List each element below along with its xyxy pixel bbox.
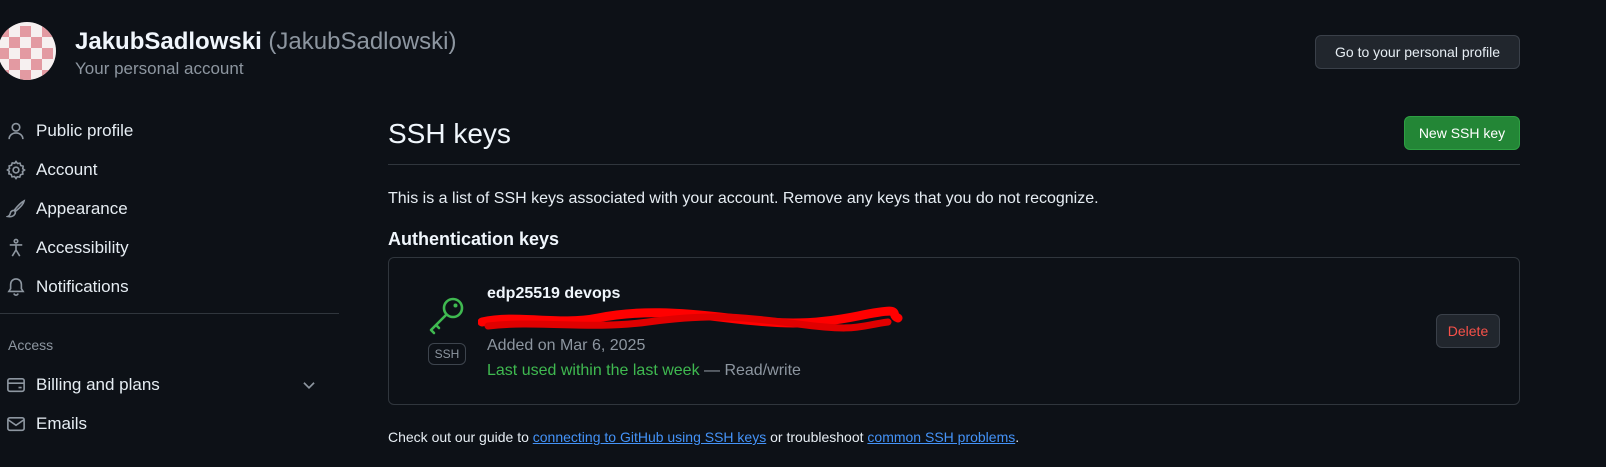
ssh-guide-note: Check out our guide to connecting to Git… xyxy=(388,429,1019,445)
bell-icon xyxy=(7,278,25,296)
ssh-key-usage: Last used within the last week — Read/wr… xyxy=(487,362,801,380)
sidebar-item-public-profile[interactable]: Public profile xyxy=(0,113,340,149)
sidebar-item-billing[interactable]: Billing and plans xyxy=(0,367,340,403)
new-ssh-key-button[interactable]: New SSH key xyxy=(1404,116,1520,150)
sidebar-item-label: Emails xyxy=(36,414,88,433)
ssh-key-access-level: — Read/write xyxy=(699,362,801,379)
ssh-keys-description: This is a list of SSH keys associated wi… xyxy=(388,190,1099,207)
ssh-type-badge: SSH xyxy=(428,343,466,365)
guide-note-prefix: Check out our guide to xyxy=(388,429,533,445)
redaction-scribble xyxy=(478,306,903,332)
paintbrush-icon xyxy=(6,199,26,218)
sidebar-item-label: Appearance xyxy=(36,199,128,218)
title-divider xyxy=(388,164,1520,165)
ssh-key-title: edp25519 devops xyxy=(487,285,621,302)
account-handle: (JakubSadlowski) xyxy=(268,28,457,55)
avatar[interactable] xyxy=(0,22,56,80)
gear-icon xyxy=(6,160,26,180)
sidebar-item-label: Notifications xyxy=(36,277,129,296)
settings-page: JakubSadlowski (JakubSadlowski) Your per… xyxy=(0,0,1606,467)
sidebar-item-notifications[interactable]: Notifications xyxy=(0,269,340,305)
sidebar-item-accessibility[interactable]: Accessibility xyxy=(0,230,340,266)
account-subtitle: Your personal account xyxy=(75,59,244,78)
ssh-key-added-date: Added on Mar 6, 2025 xyxy=(487,337,646,354)
common-ssh-problems-link[interactable]: common SSH problems xyxy=(867,429,1015,445)
sidebar-section-access: Access xyxy=(8,337,54,353)
go-to-profile-button[interactable]: Go to your personal profile xyxy=(1315,35,1520,69)
authentication-keys-heading: Authentication keys xyxy=(388,229,560,249)
chevron-down-icon[interactable] xyxy=(300,376,318,394)
account-name: JakubSadlowski (JakubSadlowski) xyxy=(75,28,457,56)
ssh-key-last-used: Last used within the last week xyxy=(487,362,700,379)
delete-ssh-key-button[interactable]: Delete xyxy=(1436,314,1500,348)
sidebar-divider xyxy=(0,313,339,314)
guide-note-middle: or troubleshoot xyxy=(766,429,868,445)
sidebar-item-appearance[interactable]: Appearance xyxy=(0,191,340,227)
sidebar-item-label: Accessibility xyxy=(36,238,129,257)
mail-icon xyxy=(7,416,25,432)
key-icon xyxy=(429,297,464,335)
sidebar-item-account[interactable]: Account xyxy=(0,152,340,188)
page-title: SSH keys xyxy=(388,118,511,149)
sidebar-item-label: Account xyxy=(36,160,98,179)
person-icon xyxy=(8,122,24,140)
connecting-ssh-guide-link[interactable]: connecting to GitHub using SSH keys xyxy=(533,429,766,445)
sidebar-item-emails[interactable]: Emails xyxy=(0,406,340,442)
sidebar-item-label: Billing and plans xyxy=(36,375,160,394)
credit-card-icon xyxy=(7,377,25,393)
guide-note-suffix: . xyxy=(1015,429,1020,445)
sidebar-item-label: Public profile xyxy=(36,121,134,140)
accessibility-icon xyxy=(9,238,23,257)
account-username: JakubSadlowski xyxy=(75,28,262,55)
